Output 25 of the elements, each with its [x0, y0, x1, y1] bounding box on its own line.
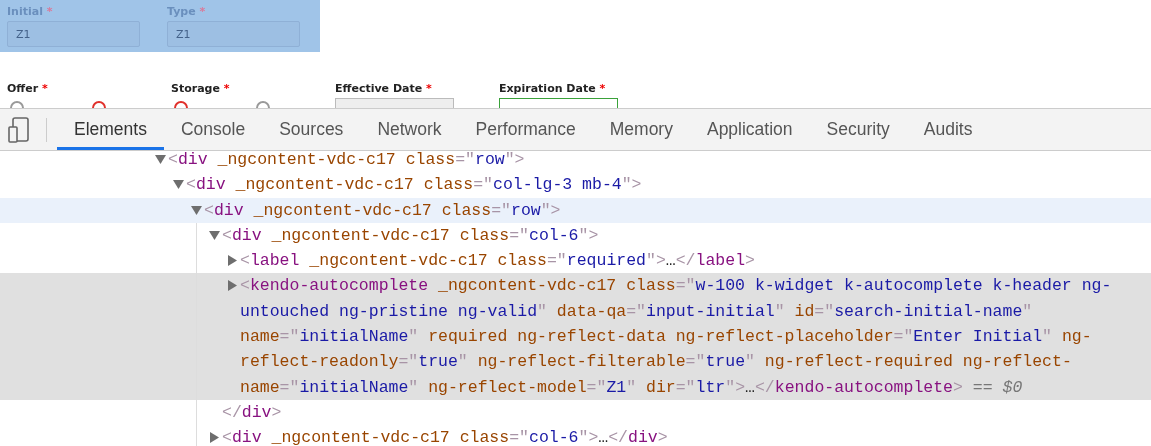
field-label: Expiration Date * — [499, 82, 607, 97]
expanded-triangle-icon[interactable] — [209, 229, 220, 241]
devtools-tab[interactable]: Performance — [458, 109, 593, 150]
field-label: Offer * — [7, 82, 49, 97]
collapsed-triangle-icon[interactable] — [227, 255, 238, 267]
devtools-tab[interactable]: Security — [809, 109, 907, 150]
devtools-tab[interactable]: Elements — [57, 109, 164, 150]
devtools-tab[interactable]: Audits — [906, 109, 990, 150]
expanded-triangle-icon[interactable] — [173, 179, 184, 191]
dom-node-row[interactable]: <div _ngcontent-vdc-c17 class="row"> — [0, 147, 1151, 173]
devtools-tab[interactable]: Application — [689, 109, 810, 150]
devtools-tab[interactable]: Network — [360, 109, 459, 150]
devtools-tab[interactable]: Console — [163, 109, 263, 150]
field-label: Effective Date * — [335, 82, 433, 97]
field-label: Storage * — [171, 82, 231, 97]
dom-node-row[interactable]: <kendo-autocomplete _ngcontent-vdc-c17 class="w-100 k-widget k-autocomplete k-header ng-untouched ng-pristine ng-valid" data-qa="input-initial" id="search-initial-name" name="initialName" required ng-reflect-data ng-reflect-placeholder="Enter Initial" ng-reflect-readonly="true" ng-reflect-filterable="true" ng-reflect-required ng-reflect-name="initialName" ng-reflect-model="Z1" dir="ltr">…</kendo-autocomplete> == $0 — [0, 273, 1151, 400]
expanded-triangle-icon[interactable] — [191, 204, 202, 216]
devtools-tab[interactable]: Memory — [592, 109, 690, 150]
dom-node-row[interactable]: <div _ngcontent-vdc-c17 class="col-lg-3 mb-4"> — [0, 172, 1151, 198]
collapsed-triangle-icon[interactable] — [209, 432, 220, 444]
devtools-tab[interactable]: Sources — [262, 109, 361, 150]
expanded-triangle-icon[interactable] — [155, 154, 166, 165]
dom-node-row[interactable]: <div _ngcontent-vdc-c17 class="row"> — [0, 197, 1151, 223]
device-toolbar-icon[interactable] — [8, 117, 30, 143]
collapsed-triangle-icon[interactable] — [227, 280, 238, 292]
